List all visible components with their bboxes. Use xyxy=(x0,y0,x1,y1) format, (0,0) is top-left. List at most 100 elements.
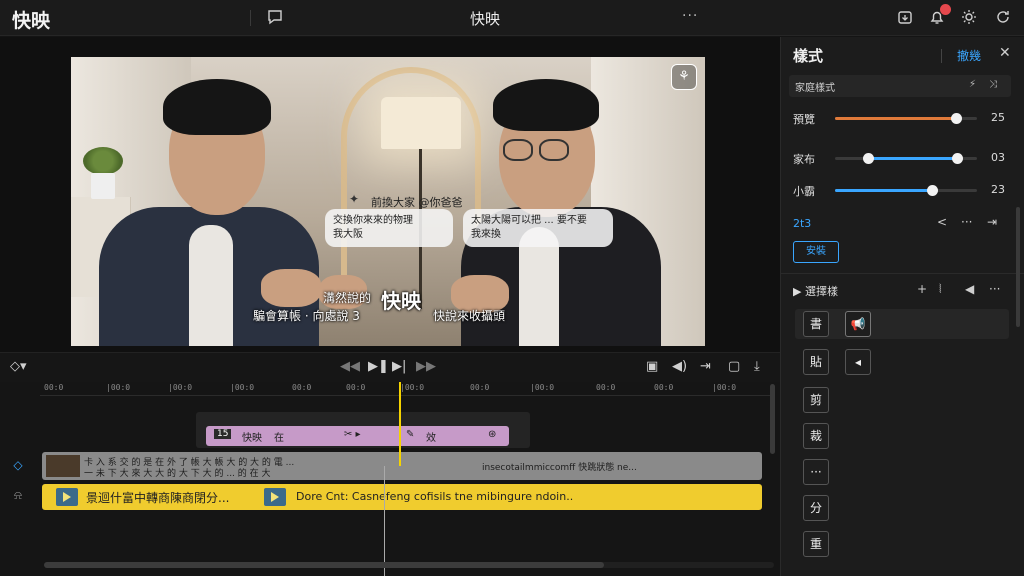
audio-thumbnail-2 xyxy=(264,488,286,506)
waveform-icon[interactable]: ⦚ xyxy=(939,282,942,297)
blue-value[interactable]: 2t3 xyxy=(793,217,811,230)
tool-button[interactable]: 剪 xyxy=(803,387,829,413)
fullscreen-icon[interactable]: ⚘ xyxy=(671,64,697,90)
speech-bubble-left[interactable]: 交換你來來的物理 我大阪 xyxy=(325,209,453,247)
volume-icon[interactable]: ◀) xyxy=(672,359,687,374)
tool-button[interactable]: 貼 xyxy=(803,349,829,375)
chevron-left-icon[interactable]: < xyxy=(937,215,947,229)
video-preview[interactable]: ✦ 前換大家 @你爸爸 交換你來來的物理 我大阪 太陽大陽可以把 ... 要不要… xyxy=(71,57,705,346)
project-title[interactable]: 快映 xyxy=(470,8,500,29)
comment-icon[interactable] xyxy=(266,8,286,28)
refresh-icon[interactable] xyxy=(994,8,1014,28)
slider-knob[interactable] xyxy=(950,113,962,124)
panel-link[interactable]: 撤幾 xyxy=(957,47,981,64)
clip-tag: 15 xyxy=(214,429,232,439)
speaker-icon[interactable]: ◀ xyxy=(965,282,974,296)
slider-track[interactable] xyxy=(835,113,977,124)
subtitle-right: 快說來收攝頭 xyxy=(433,309,506,323)
tick-label: 00:0 xyxy=(596,383,616,392)
slider-knob-start[interactable] xyxy=(862,153,874,164)
scroll-thumb[interactable] xyxy=(44,562,604,568)
tool-button[interactable]: 書 xyxy=(803,311,829,337)
link-icon: ✂ ▸ xyxy=(344,429,361,440)
keyframe-icon[interactable]: ◇▾ xyxy=(10,359,27,374)
shuffle-icon[interactable]: ⤨ xyxy=(989,79,997,90)
tick-label: 00:0 xyxy=(346,383,366,392)
preset-selector[interactable]: 家庭樣式 ⚡ ⤨ xyxy=(789,75,1011,97)
timeline-vertical-scrollbar[interactable] xyxy=(770,384,775,454)
play-icon[interactable]: ▶| xyxy=(392,359,406,374)
slider-row: 預覽 25 xyxy=(793,109,1015,129)
audio-track-icon[interactable]: ⍾ xyxy=(10,488,26,504)
video-clip[interactable]: 卡 入 系 交 的 是 在 外 了 帳 大 帳 大 的 大 的 電 ... 一 … xyxy=(42,452,762,480)
panel-scrollbar[interactable] xyxy=(1016,207,1020,327)
time-ruler[interactable]: 00:0 |00:0 |00:0 |00:0 00:0 00:0 |00:0 0… xyxy=(40,382,770,396)
crop-icon[interactable]: ▢ xyxy=(728,359,740,374)
video-thumbnail xyxy=(46,455,80,477)
more-icon[interactable]: ··· xyxy=(989,282,1000,296)
track-keyframe-icon[interactable]: ◇ xyxy=(10,458,26,474)
person-left-hair xyxy=(163,79,271,135)
tool-button[interactable]: 重 xyxy=(803,531,829,557)
slider-knob[interactable] xyxy=(926,185,938,196)
timeline[interactable]: 00:0 |00:0 |00:0 |00:0 00:0 00:0 |00:0 0… xyxy=(0,382,780,576)
playhead[interactable] xyxy=(399,382,401,466)
wand-icon[interactable]: ⚡ xyxy=(969,79,976,90)
subtitle-main[interactable]: 快映 xyxy=(381,285,421,314)
slider-value: 23 xyxy=(991,183,1005,196)
bubble-left-line1: 交換你來來的物理 xyxy=(333,215,413,226)
slider-row: 家布 03 xyxy=(793,149,1015,169)
tick-label: |00:0 xyxy=(712,383,737,392)
exit-icon[interactable]: ⇥ xyxy=(987,215,997,229)
notification-badge xyxy=(940,4,951,15)
top-bar: 快映 快映 ··· xyxy=(0,0,1024,36)
plant xyxy=(83,147,123,175)
settings-icon[interactable] xyxy=(960,8,980,28)
preset-label: 家庭樣式 xyxy=(795,83,835,94)
tool-button[interactable]: ··· xyxy=(803,459,829,485)
section-label: 選擇樣 xyxy=(804,285,838,298)
export-icon[interactable] xyxy=(896,8,916,28)
glasses-left-lens xyxy=(503,139,533,161)
slider-track[interactable] xyxy=(835,185,977,196)
section-header[interactable]: ▶ 選擇樣 xyxy=(793,283,838,299)
tick-label: 00:0 xyxy=(470,383,490,392)
close-icon[interactable]: ✕ xyxy=(999,45,1011,61)
more-menu-icon[interactable]: ··· xyxy=(682,8,698,24)
play-pause-icon[interactable]: ▶❚ xyxy=(368,359,389,374)
download-icon[interactable]: ⤓ xyxy=(754,359,760,374)
snapshot-icon[interactable]: ▣ xyxy=(646,359,658,374)
panel-divider xyxy=(941,49,942,63)
audio-clip[interactable]: 景迴什富中轉商陳商閉分... Dore Cnt: Casnefeng cofis… xyxy=(42,484,762,510)
slider-knob[interactable] xyxy=(952,153,964,164)
speech-bubble-right[interactable]: 太陽大陽可以把 ... 要不要 我來換 xyxy=(463,209,613,247)
split-icon[interactable]: ⇥ xyxy=(700,359,711,374)
bubble-title: 前換大家 @你爸爸 xyxy=(371,196,463,209)
audio-thumbnail xyxy=(56,488,78,506)
subtitle-left: 騙會算帳 · 向處說 3 xyxy=(253,309,360,323)
sparkle-icon: ✦ xyxy=(349,192,360,206)
more-icon[interactable]: ··· xyxy=(961,215,972,229)
add-icon[interactable]: + xyxy=(917,282,927,296)
tick-label: |00:0 xyxy=(168,383,193,392)
text-clip[interactable]: 15 快映 在 ✂ ▸ ✎ 效 ⊛ xyxy=(206,426,509,446)
fx-icon: ⊛ xyxy=(488,429,497,440)
bubble-left-line2: 我大阪 xyxy=(333,229,363,240)
slider-fill xyxy=(835,117,956,120)
timeline-horizontal-scrollbar[interactable] xyxy=(44,562,774,568)
fast-forward-icon[interactable]: ▶▶ xyxy=(416,359,436,374)
megaphone-icon[interactable]: 📢 xyxy=(845,311,871,337)
install-button[interactable]: 安裝 xyxy=(793,241,839,263)
tool-button[interactable]: 分 xyxy=(803,495,829,521)
tick-label: 00:0 xyxy=(654,383,674,392)
toolbar-divider xyxy=(250,10,251,26)
tick-label: |00:0 xyxy=(400,383,425,392)
slider-value: 25 xyxy=(991,111,1005,124)
speaker-small-icon[interactable]: ◂ xyxy=(845,349,871,375)
tool-button[interactable]: 裁 xyxy=(803,423,829,449)
slider-track[interactable] xyxy=(835,153,977,164)
tick-label: |00:0 xyxy=(106,383,131,392)
rewind-icon[interactable]: ◀◀ xyxy=(340,359,360,374)
tick-label: 00:0 xyxy=(44,383,64,392)
subtitle-top: 溝然說的 xyxy=(323,291,372,305)
